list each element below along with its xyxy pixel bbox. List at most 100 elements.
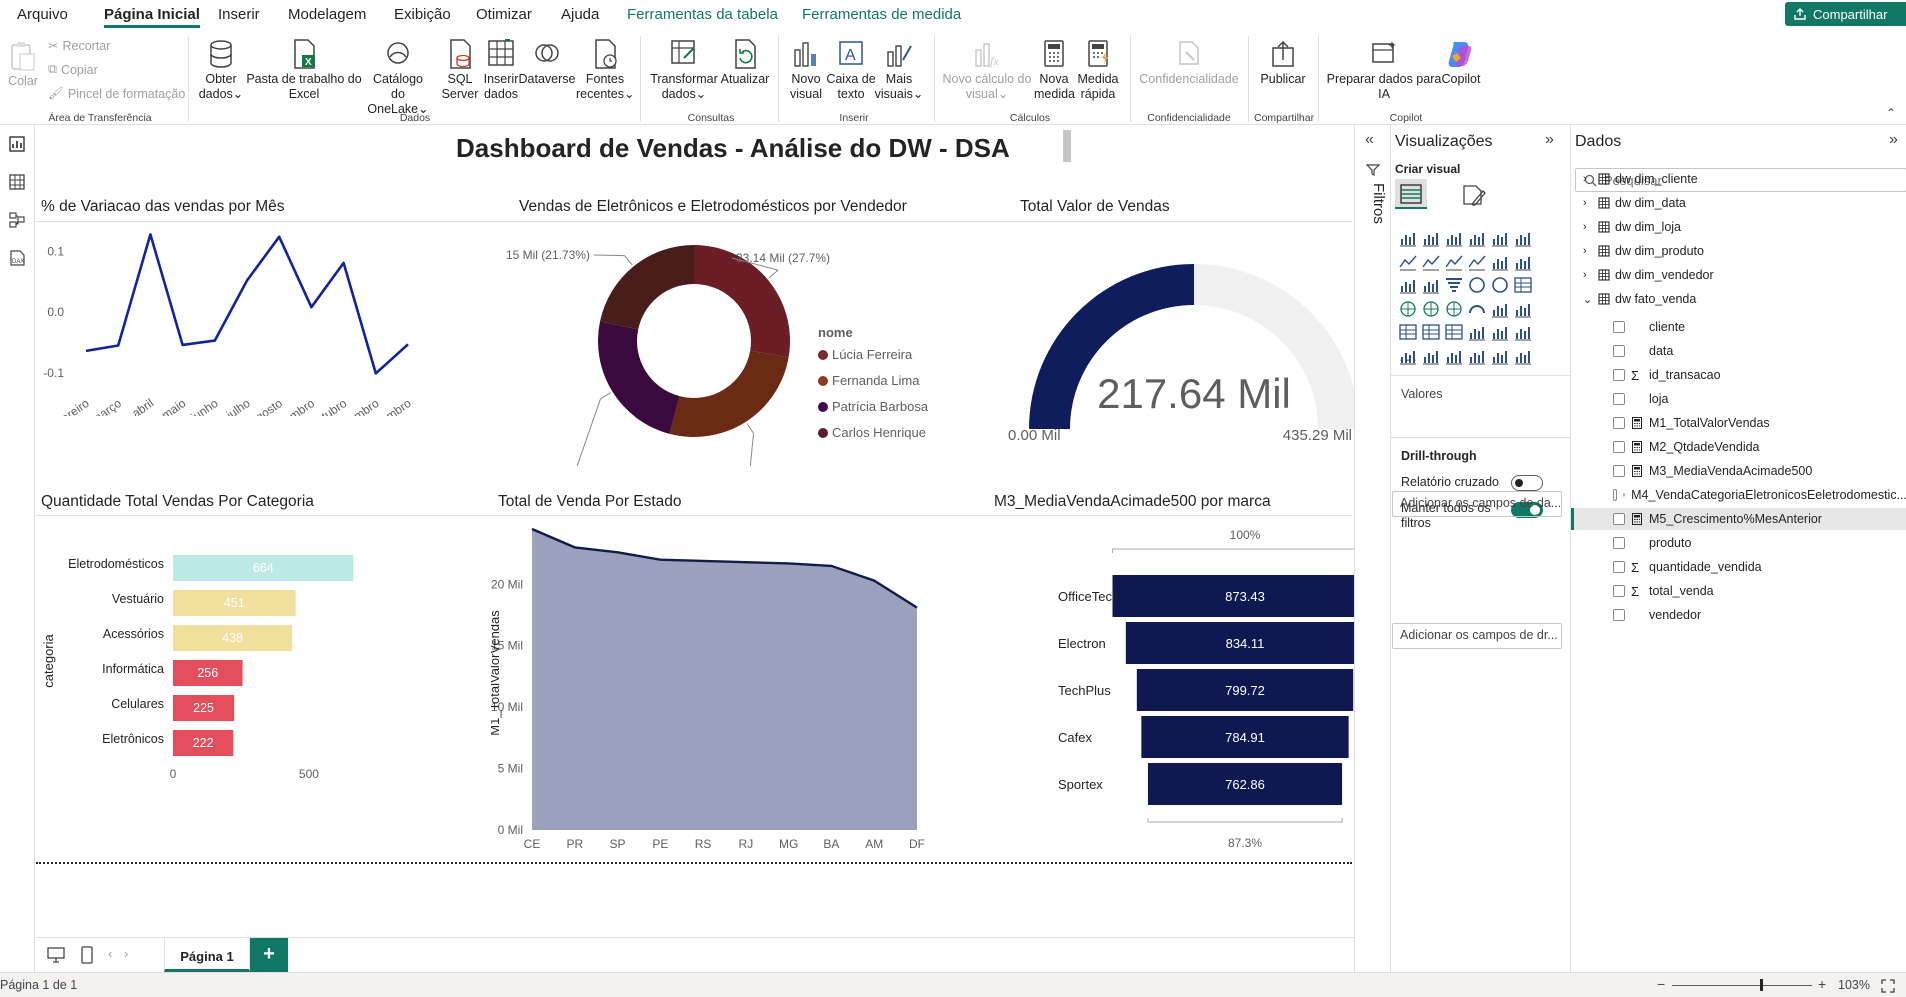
zoom-out-button[interactable]: − <box>1657 976 1665 992</box>
drill-through-field-well[interactable]: Adicionar os campos de dr... <box>1392 623 1562 649</box>
get-data-button[interactable]: Obter dados⌄ <box>196 38 246 102</box>
dataverse-button[interactable]: Dataverse <box>518 38 576 87</box>
format-visual-icon[interactable] <box>1461 183 1487 207</box>
ribbon-icon[interactable] <box>1490 252 1510 272</box>
table-node[interactable]: › dw dim_data <box>1583 196 1686 210</box>
sql-server-button[interactable]: SQL Server <box>436 38 484 102</box>
dax-query-view-icon[interactable]: DAX <box>8 249 26 267</box>
table-node[interactable]: › dw dim_produto <box>1583 244 1704 258</box>
field-checkbox[interactable] <box>1613 417 1625 429</box>
cut-button[interactable]: ✂ Recortar <box>48 38 110 54</box>
bar-chart[interactable]: Eletrodomésticos 664 Vestuário 451 Acessório… <box>36 517 496 917</box>
narrative-icon[interactable] <box>1467 346 1487 366</box>
card-icon[interactable] <box>1490 299 1510 319</box>
transform-data-button[interactable]: Transformar dados⌄ <box>648 38 720 102</box>
field-node[interactable]: M5_Crescimento%MesAnterior <box>1571 508 1906 530</box>
stacked-area-icon[interactable] <box>1444 252 1464 272</box>
expand-right-icon[interactable]: » <box>1545 131 1554 149</box>
clustered-bar-icon[interactable] <box>1444 228 1464 248</box>
funnel-icon[interactable] <box>1398 275 1418 295</box>
chevron-right-icon[interactable]: › <box>1583 245 1593 257</box>
ribbon-collapse-icon[interactable]: ⌃ <box>1886 106 1896 120</box>
expand-right-icon[interactable]: » <box>1889 131 1898 149</box>
scatter-icon[interactable] <box>1421 275 1441 295</box>
map-icon[interactable] <box>1513 275 1533 295</box>
field-checkbox[interactable] <box>1613 513 1625 525</box>
field-node[interactable]: data <box>1571 340 1906 362</box>
zoom-in-button[interactable]: + <box>1818 976 1826 992</box>
field-node[interactable]: Σid_transacao <box>1571 364 1906 386</box>
field-node[interactable]: loja <box>1571 388 1906 410</box>
line-chart[interactable]: 0.1 0.0 -0.1 fevereiromarço abril maio junho ju… <box>36 221 506 416</box>
refresh-button[interactable]: Atualizar <box>716 38 774 87</box>
copilot-button[interactable]: Copilot <box>1436 38 1486 87</box>
field-checkbox[interactable] <box>1613 465 1625 477</box>
field-node[interactable]: vendedor <box>1571 604 1906 626</box>
line-chart-icon[interactable] <box>1398 252 1418 272</box>
sensitivity-button[interactable]: Confidencialidade <box>1136 38 1242 87</box>
python-visual-icon[interactable] <box>1513 322 1533 342</box>
stacked-column-icon[interactable] <box>1421 228 1441 248</box>
prev-page-icon[interactable]: ‹ <box>108 946 112 961</box>
filters-pane-collapsed[interactable]: « Filtros <box>1354 125 1390 972</box>
chevron-down-icon[interactable]: ⌄ <box>1583 293 1593 306</box>
chevron-right-icon[interactable]: › <box>1583 173 1593 185</box>
new-measure-button[interactable]: Nova medida <box>1034 38 1075 102</box>
metrics-icon[interactable] <box>1513 346 1533 366</box>
funnel-chart[interactable]: 100% 873.43 OfficeTech 834.11 Electron 799.72… <box>986 517 1354 917</box>
menu-modelagem[interactable]: Modelagem <box>288 6 366 23</box>
field-node[interactable]: M4_VendaCategoriaEletronicosEeletrodomes… <box>1571 484 1906 506</box>
menu-otimizar[interactable]: Otimizar <box>476 6 532 23</box>
field-checkbox[interactable] <box>1613 393 1625 405</box>
values-field-well[interactable]: Adicionar os campos de da... <box>1392 491 1562 517</box>
paginated-icon[interactable] <box>1490 346 1510 366</box>
menu-arquivo[interactable]: Arquivo <box>17 6 68 23</box>
table-node[interactable]: ⌄ dw fato_venda <box>1583 292 1696 306</box>
chevron-right-icon[interactable]: › <box>1583 221 1593 233</box>
field-node[interactable]: M2_QtdadeVendida <box>1571 436 1906 458</box>
collapse-left-icon[interactable]: « <box>1365 131 1374 149</box>
publish-button[interactable]: Publicar <box>1254 38 1312 87</box>
more-visuals-button[interactable]: Mais visuais⌄ <box>874 38 924 102</box>
zoom-slider-handle[interactable] <box>1760 979 1763 991</box>
title-textbox-handle[interactable] <box>1063 130 1071 162</box>
add-page-button[interactable]: + <box>250 938 288 972</box>
cross-report-toggle[interactable] <box>1511 475 1543 491</box>
fit-to-page-icon[interactable] <box>1880 978 1896 994</box>
qa-icon[interactable] <box>1444 346 1464 366</box>
field-checkbox[interactable] <box>1613 345 1625 357</box>
field-checkbox[interactable] <box>1613 441 1625 453</box>
field-checkbox[interactable] <box>1613 537 1625 549</box>
onelake-button[interactable]: Catálogo do OneLake⌄ <box>362 38 434 117</box>
paste-button[interactable]: Colar <box>6 40 40 89</box>
area-chart-icon[interactable] <box>1421 252 1441 272</box>
matrix-icon[interactable] <box>1467 322 1487 342</box>
share-button[interactable]: Compartilhar <box>1785 2 1906 26</box>
shape-map-icon[interactable] <box>1444 299 1464 319</box>
donut-icon[interactable] <box>1467 275 1487 295</box>
field-node[interactable]: Σtotal_venda <box>1571 580 1906 602</box>
text-box-button[interactable]: A Caixa de texto <box>826 38 876 102</box>
desktop-layout-icon[interactable] <box>46 946 66 964</box>
menu-pagina-inicial[interactable]: Página Inicial <box>104 6 200 28</box>
field-checkbox[interactable] <box>1613 585 1625 597</box>
menu-exibicao[interactable]: Exibição <box>394 6 451 23</box>
table-view-icon[interactable] <box>8 173 26 191</box>
kpi-icon[interactable] <box>1398 322 1418 342</box>
field-checkbox[interactable] <box>1613 321 1625 333</box>
field-node[interactable]: produto <box>1571 532 1906 554</box>
table-node[interactable]: › dw dim_vendedor <box>1583 268 1714 282</box>
waterfall-icon[interactable] <box>1513 252 1533 272</box>
field-node[interactable]: M3_MediaVendaAcimade500 <box>1571 460 1906 482</box>
multi-card-icon[interactable] <box>1513 299 1533 319</box>
table-node[interactable]: › dw dim_cliente <box>1583 172 1698 186</box>
area-chart[interactable]: 0 Mil5 Mil10 Mil15 Mil20 MilCE PR SP PE RS RJ… <box>491 517 1016 917</box>
key-influencers-icon[interactable] <box>1398 346 1418 366</box>
recent-sources-button[interactable]: Fontes recentes⌄ <box>576 38 634 102</box>
field-checkbox[interactable] <box>1613 489 1617 501</box>
field-checkbox[interactable] <box>1613 369 1625 381</box>
field-node[interactable]: cliente <box>1571 316 1906 338</box>
menu-ferramentas-tabela[interactable]: Ferramentas da tabela <box>627 6 778 23</box>
table-icon[interactable] <box>1444 322 1464 342</box>
model-view-icon[interactable] <box>8 211 26 229</box>
